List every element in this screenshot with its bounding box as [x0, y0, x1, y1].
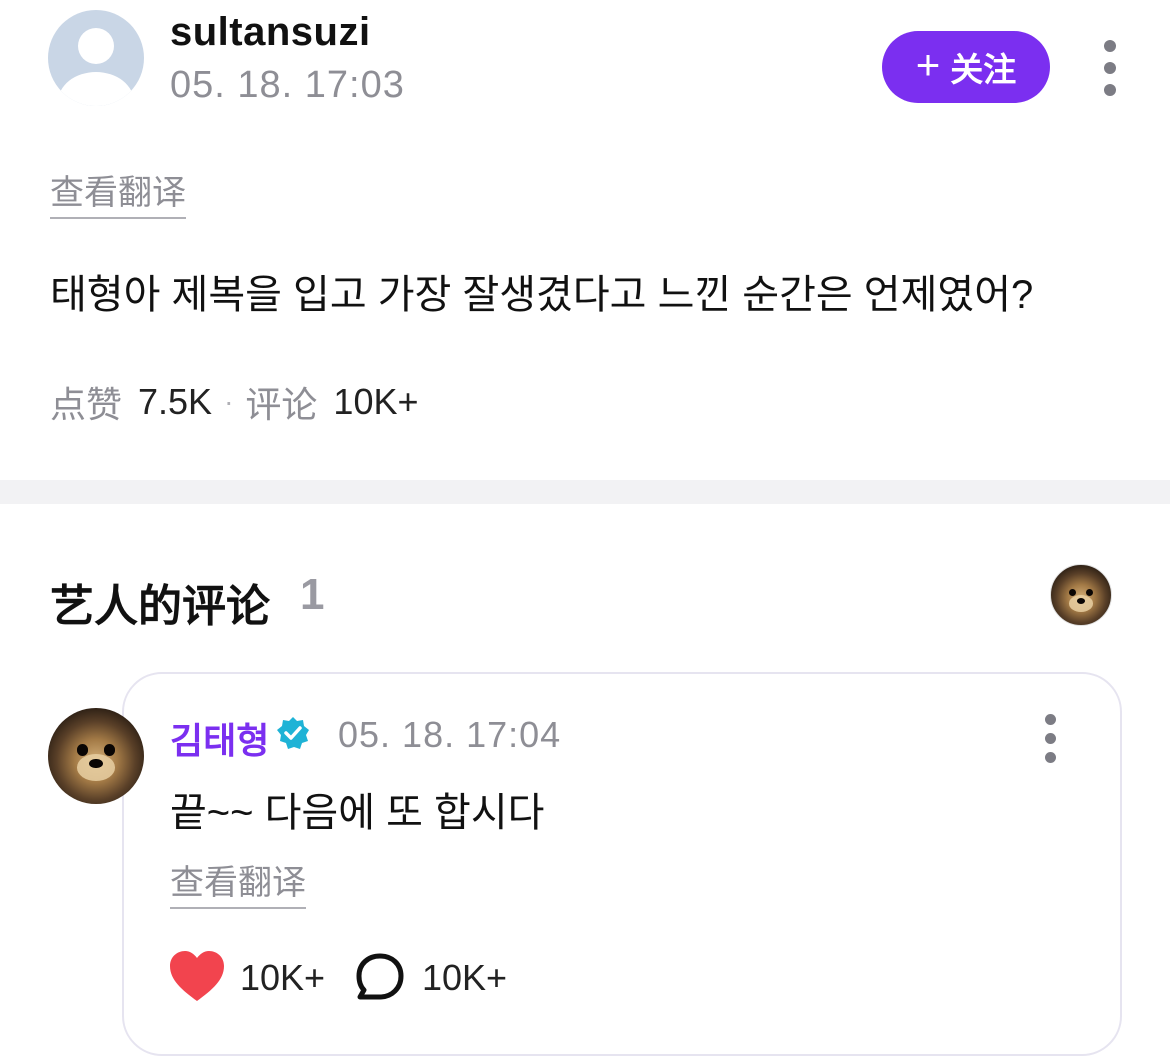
follow-label: 关注: [950, 51, 1017, 88]
avatar-eye: [1085, 589, 1093, 597]
post-translate-link[interactable]: 查看翻译: [50, 165, 186, 219]
comments-value: 10K+: [333, 381, 419, 422]
comment-translate-link[interactable]: 查看翻译: [170, 855, 306, 909]
avatar-eye: [76, 744, 89, 756]
avatar-placeholder-body: [58, 72, 134, 106]
reply-bubble-icon[interactable]: [354, 952, 406, 1002]
avatar-eye: [103, 744, 116, 756]
comments-label: 评论: [245, 384, 318, 425]
comment-timestamp: 05. 18. 17:04: [338, 714, 562, 755]
artist-avatar-small[interactable]: [1050, 564, 1112, 626]
comment-author-avatar[interactable]: [48, 708, 144, 804]
post-username[interactable]: sultansuzi: [170, 10, 371, 55]
user-avatar[interactable]: [48, 10, 144, 106]
more-options-icon[interactable]: [1100, 40, 1120, 98]
post-text: 태형아 제복을 입고 가장 잘생겼다고 느낀 순간은 언제였어?: [50, 273, 1034, 317]
follow-button[interactable]: + 关注: [882, 31, 1050, 103]
avatar-placeholder-head: [78, 28, 114, 64]
comment-author-name[interactable]: 김태형: [170, 712, 269, 764]
comment-more-options-icon[interactable]: [1040, 714, 1060, 763]
artist-comments-count: 1: [300, 570, 325, 619]
verified-badge-icon: [277, 717, 309, 749]
likes-label: 点赞: [50, 384, 123, 425]
likes-value: 7.5K: [138, 381, 213, 422]
plus-icon: +: [915, 41, 941, 88]
comment-reply-count: 10K+: [422, 957, 508, 998]
post-timestamp: 05. 18. 17:03: [170, 64, 405, 106]
heart-icon[interactable]: [168, 950, 226, 1004]
comment-text: 끝~~ 다음에 또 합시다: [170, 791, 545, 835]
section-divider: [0, 480, 1170, 504]
post-stats: 点赞 7.5K · 评论 10K+: [50, 376, 419, 428]
artist-comments-title: 艺人的评论: [50, 582, 270, 631]
comment-like-count: 10K+: [240, 957, 326, 998]
stats-separator: ·: [224, 386, 234, 417]
